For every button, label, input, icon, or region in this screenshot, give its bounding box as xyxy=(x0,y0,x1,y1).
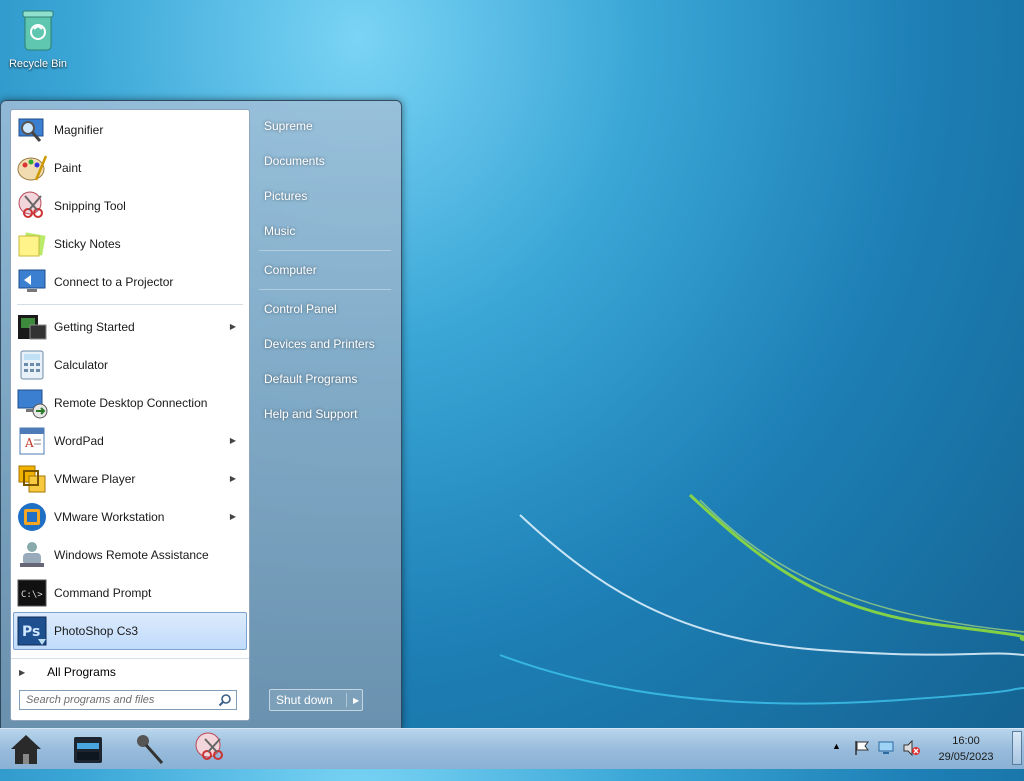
program-item-label: PhotoShop Cs3 xyxy=(54,624,139,638)
vmware-player-icon xyxy=(16,463,48,495)
places-separator xyxy=(259,250,391,251)
start-link-devices-and-printers[interactable]: Devices and Printers xyxy=(255,327,395,362)
program-item-remote-desktop-connection[interactable]: Remote Desktop Connection xyxy=(13,384,247,422)
file-manager-icon[interactable] xyxy=(70,731,106,767)
all-programs-label: All Programs xyxy=(47,665,116,679)
volume-muted-icon[interactable] xyxy=(903,739,921,780)
taskbar: ▲ 16:00 29/05/2023 xyxy=(0,728,1024,769)
svg-text:A: A xyxy=(24,436,34,450)
submenu-arrow-icon[interactable]: ▶ xyxy=(230,322,236,331)
desktop-icon-recycle-bin[interactable]: Recycle Bin xyxy=(6,8,70,70)
program-item-label: Magnifier xyxy=(54,123,104,137)
start-link-supreme[interactable]: Supreme xyxy=(255,109,395,144)
svg-text:Ps: Ps xyxy=(22,624,40,640)
places-separator xyxy=(259,289,391,290)
desktop-icon-label: Recycle Bin xyxy=(8,58,68,70)
program-item-label: Command Prompt xyxy=(54,586,152,600)
wordpad-icon: A xyxy=(16,425,48,457)
program-item-label: VMware Workstation xyxy=(54,510,165,524)
program-item-vmware-player[interactable]: VMware Player ▶ xyxy=(13,460,247,498)
command-prompt-icon: C:\> xyxy=(16,577,48,609)
program-item-photoshop-cs3[interactable]: Ps PhotoShop Cs3 xyxy=(13,612,247,650)
clock-time: 16:00 xyxy=(952,735,980,747)
program-item-connect-to-a-projector[interactable]: Connect to a Projector xyxy=(13,263,247,301)
pinned-separator xyxy=(17,304,243,305)
snipping-tool-icon[interactable] xyxy=(194,731,230,767)
program-item-label: Connect to a Projector xyxy=(54,275,174,289)
submenu-arrow-icon[interactable]: ▶ xyxy=(230,436,236,445)
getting-started-icon xyxy=(16,311,48,343)
program-item-wordpad[interactable]: A WordPad ▶ xyxy=(13,422,247,460)
program-item-label: VMware Player xyxy=(54,472,136,486)
shut-down-options-icon[interactable]: ▶ xyxy=(347,696,359,705)
microphone-icon[interactable] xyxy=(132,731,168,767)
remote-desktop-icon xyxy=(16,387,48,419)
home-icon[interactable] xyxy=(8,731,44,767)
program-item-label: Sticky Notes xyxy=(54,237,121,251)
program-item-windows-remote-assistance[interactable]: Windows Remote Assistance xyxy=(13,536,247,574)
submenu-arrow-icon[interactable]: ▶ xyxy=(230,512,236,521)
sticky-notes-icon xyxy=(16,228,48,260)
show-desktop-button[interactable] xyxy=(1012,731,1022,765)
svg-text:C:\>: C:\> xyxy=(21,590,43,600)
shut-down-label: Shut down xyxy=(270,693,347,707)
start-link-music[interactable]: Music xyxy=(255,214,395,249)
program-item-paint[interactable]: Paint xyxy=(13,149,247,187)
all-programs-button[interactable]: ▶ All Programs xyxy=(11,658,249,685)
start-link-control-panel[interactable]: Control Panel xyxy=(255,292,395,327)
action-center-flag-icon[interactable] xyxy=(854,740,870,780)
program-item-label: Snipping Tool xyxy=(54,199,126,213)
start-link-help-and-support[interactable]: Help and Support xyxy=(255,397,395,432)
network-icon[interactable] xyxy=(878,740,896,780)
search-input[interactable]: Search programs and files xyxy=(19,690,237,710)
program-item-label: Windows Remote Assistance xyxy=(54,548,209,562)
start-menu-places-pane: Supreme Documents Pictures Music Computer Con… xyxy=(255,109,395,432)
shut-down-button[interactable]: Shut down ▶ xyxy=(269,689,363,711)
submenu-arrow-icon[interactable]: ▶ xyxy=(230,474,236,483)
program-item-label: Calculator xyxy=(54,358,109,372)
program-item-label: WordPad xyxy=(54,434,104,448)
remote-assistance-icon xyxy=(16,539,48,571)
program-item-sticky-notes[interactable]: Sticky Notes xyxy=(13,225,247,263)
clock-date: 29/05/2023 xyxy=(938,751,994,763)
recycle-bin-icon xyxy=(18,8,58,54)
program-list: Magnifier Paint Snipping Tool Sticky Notes C… xyxy=(11,111,249,650)
start-menu: Magnifier Paint Snipping Tool Sticky Notes C… xyxy=(0,100,402,730)
program-item-label: Remote Desktop Connection xyxy=(54,396,208,410)
taskbar-clock[interactable]: 16:00 29/05/2023 xyxy=(930,733,1002,765)
program-item-vmware-workstation[interactable]: VMware Workstation ▶ xyxy=(13,498,247,536)
start-menu-programs-pane: Magnifier Paint Snipping Tool Sticky Notes C… xyxy=(10,109,250,721)
program-item-magnifier[interactable]: Magnifier xyxy=(13,111,247,149)
program-item-snipping-tool[interactable]: Snipping Tool xyxy=(13,187,247,225)
paint-icon xyxy=(16,152,48,184)
program-item-label: Getting Started xyxy=(54,320,135,334)
show-hidden-icons-icon[interactable]: ▲ xyxy=(832,741,841,781)
start-link-computer[interactable]: Computer xyxy=(255,253,395,288)
program-item-label: Paint xyxy=(54,161,82,175)
vmware-workstation-icon xyxy=(16,501,48,533)
photoshop-icon: Ps xyxy=(16,615,48,647)
chevron-right-icon: ▶ xyxy=(19,667,26,677)
search-placeholder: Search programs and files xyxy=(26,694,155,706)
program-item-command-prompt[interactable]: C:\> Command Prompt xyxy=(13,574,247,612)
program-item-calculator[interactable]: Calculator xyxy=(13,346,247,384)
program-item-getting-started[interactable]: Getting Started ▶ xyxy=(13,308,247,346)
start-link-pictures[interactable]: Pictures xyxy=(255,179,395,214)
start-link-default-programs[interactable]: Default Programs xyxy=(255,362,395,397)
search-icon[interactable] xyxy=(218,693,232,707)
magnifier-icon xyxy=(16,114,48,146)
projector-icon xyxy=(16,266,48,298)
calculator-icon xyxy=(16,349,48,381)
snipping-tool-icon xyxy=(16,190,48,222)
start-link-documents[interactable]: Documents xyxy=(255,144,395,179)
